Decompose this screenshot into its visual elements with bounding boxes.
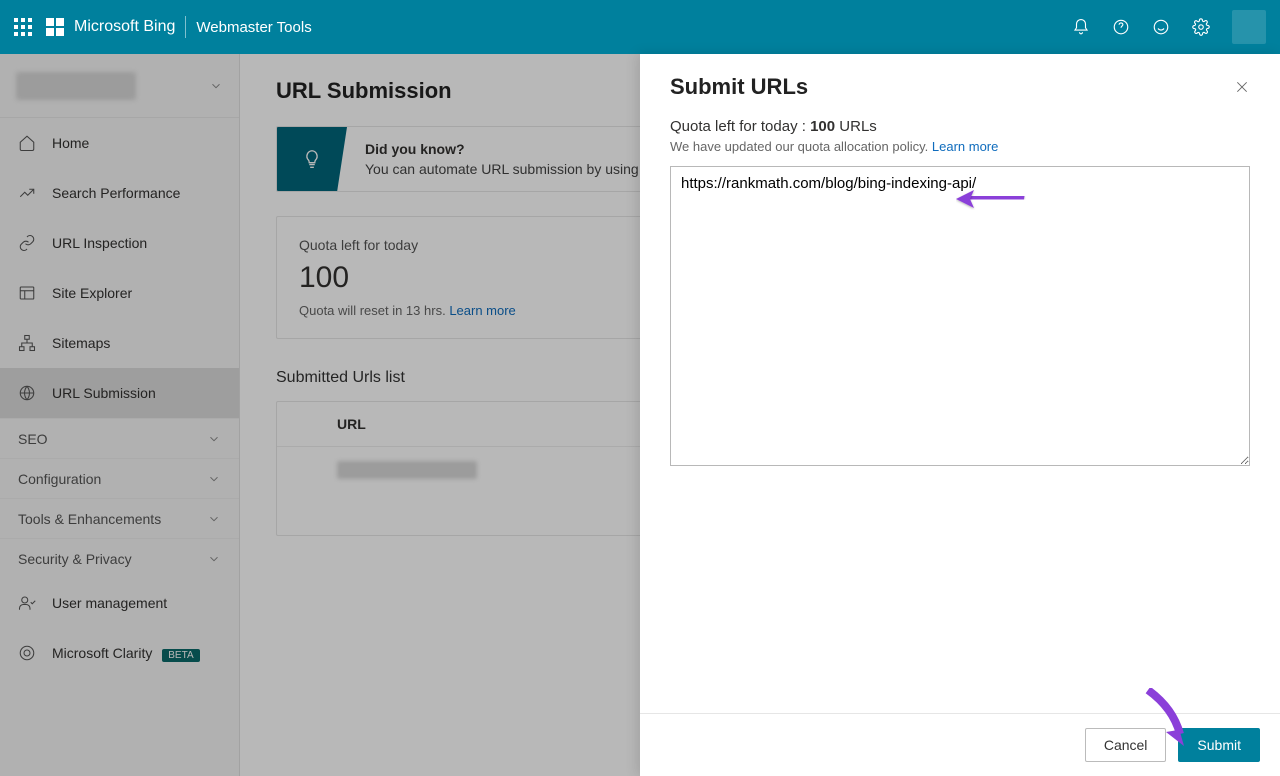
panel-quota-value: 100 bbox=[810, 118, 835, 135]
bing-logo-icon bbox=[46, 18, 64, 36]
panel-policy-text: We have updated our quota allocation pol… bbox=[670, 139, 928, 154]
avatar[interactable] bbox=[1232, 10, 1266, 44]
submit-urls-panel: Submit URLs Quota left for today : 100 U… bbox=[640, 54, 1280, 776]
urls-textarea[interactable] bbox=[670, 166, 1250, 466]
help-icon[interactable] bbox=[1112, 18, 1130, 36]
cancel-button[interactable]: Cancel bbox=[1085, 728, 1167, 762]
panel-quota-suffix: URLs bbox=[835, 118, 877, 135]
panel-footer: Cancel Submit bbox=[640, 713, 1280, 776]
panel-quota-prefix: Quota left for today : bbox=[670, 118, 810, 135]
brand-main-text: Microsoft Bing bbox=[74, 18, 175, 36]
app-launcher-icon[interactable] bbox=[14, 18, 32, 36]
panel-learn-more-link[interactable]: Learn more bbox=[932, 139, 998, 154]
panel-quota-line: Quota left for today : 100 URLs bbox=[670, 118, 1250, 135]
submit-button[interactable]: Submit bbox=[1178, 728, 1260, 762]
panel-title: Submit URLs bbox=[670, 74, 808, 100]
header-right bbox=[1072, 10, 1266, 44]
panel-body: Quota left for today : 100 URLs We have … bbox=[640, 108, 1280, 713]
close-icon[interactable] bbox=[1234, 79, 1250, 95]
brand-divider bbox=[185, 16, 186, 38]
feedback-smile-icon[interactable] bbox=[1152, 18, 1170, 36]
settings-gear-icon[interactable] bbox=[1192, 18, 1210, 36]
brand-sub-text: Webmaster Tools bbox=[196, 19, 311, 36]
panel-header: Submit URLs bbox=[640, 54, 1280, 108]
global-header: Microsoft Bing Webmaster Tools bbox=[0, 0, 1280, 54]
brand[interactable]: Microsoft Bing Webmaster Tools bbox=[46, 16, 312, 38]
header-left: Microsoft Bing Webmaster Tools bbox=[14, 16, 312, 38]
bell-icon[interactable] bbox=[1072, 18, 1090, 36]
panel-policy-line: We have updated our quota allocation pol… bbox=[670, 139, 1250, 154]
